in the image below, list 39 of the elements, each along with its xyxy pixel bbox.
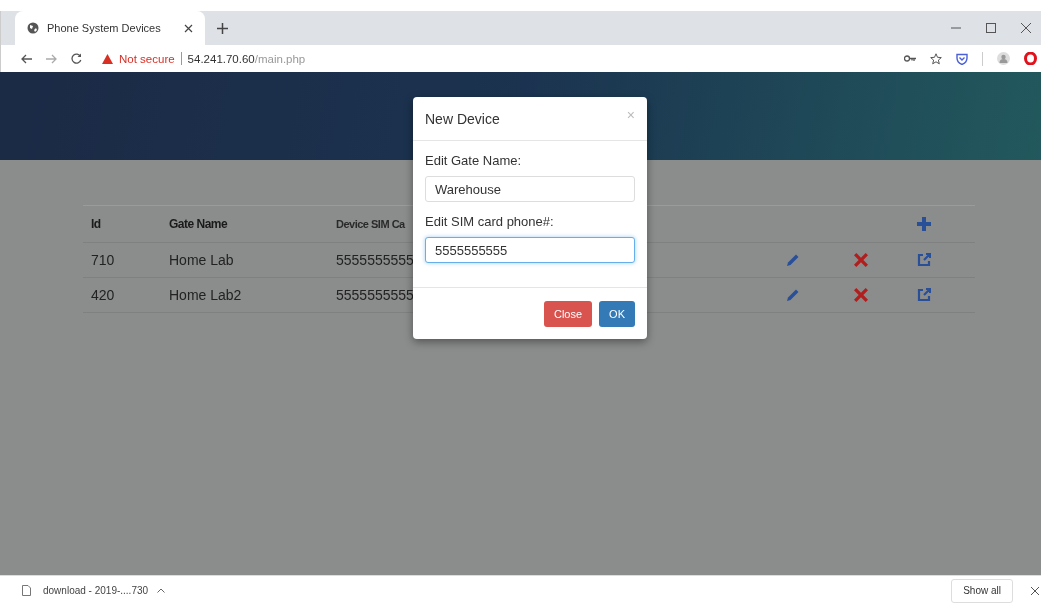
close-icon[interactable] [1021, 23, 1031, 33]
text-field[interactable]: Warehouse [425, 176, 635, 202]
table-cell: 5555555555 [336, 287, 414, 303]
text-field[interactable]: 5555555555 [425, 237, 635, 263]
key-icon[interactable] [904, 55, 916, 62]
show-all-button[interactable]: Show all [951, 578, 1013, 603]
close-button[interactable]: Close [543, 300, 593, 327]
globe-icon [27, 22, 39, 34]
table-cell: 5555555555 [336, 252, 414, 268]
warning-icon [102, 53, 113, 64]
column-header: Gate Name [169, 217, 228, 231]
address-field[interactable]: Not secure 54.241.70.60/main.php [96, 48, 874, 69]
file-icon [22, 585, 31, 596]
tab-title: Phone System Devices [47, 22, 162, 34]
security-label: Not secure [119, 52, 175, 65]
field-label: Edit SIM card phone#: [425, 214, 555, 229]
dialog-title: New Device [425, 110, 500, 127]
close-icon[interactable] [1031, 586, 1039, 595]
opera-logo-icon[interactable] [1024, 52, 1037, 65]
back-arrow-icon[interactable] [21, 53, 32, 64]
download-item[interactable]: download - 2019-....730 [43, 585, 149, 596]
caret-up-icon[interactable] [157, 588, 166, 593]
avatar-icon[interactable] [997, 52, 1010, 65]
shield-icon[interactable] [956, 52, 968, 65]
table-cell: Home Lab [169, 252, 234, 268]
plus-icon[interactable] [217, 22, 228, 34]
star-icon[interactable] [930, 52, 942, 65]
column-header: Id [91, 217, 101, 231]
close-icon[interactable] [184, 23, 193, 33]
maximize-icon[interactable] [986, 23, 996, 33]
table-cell: 420 [91, 287, 115, 303]
ok-button[interactable]: OK [599, 300, 635, 327]
browser-tab[interactable]: Phone System Devices [15, 11, 205, 45]
reload-icon[interactable] [71, 53, 82, 64]
field-label: Edit Gate Name: [425, 153, 523, 168]
column-header: Device SIM Ca [336, 218, 405, 230]
table-cell: Home Lab2 [169, 287, 242, 303]
table-cell: 710 [91, 252, 115, 268]
url-text: 54.241.70.60/main.php [187, 52, 306, 65]
